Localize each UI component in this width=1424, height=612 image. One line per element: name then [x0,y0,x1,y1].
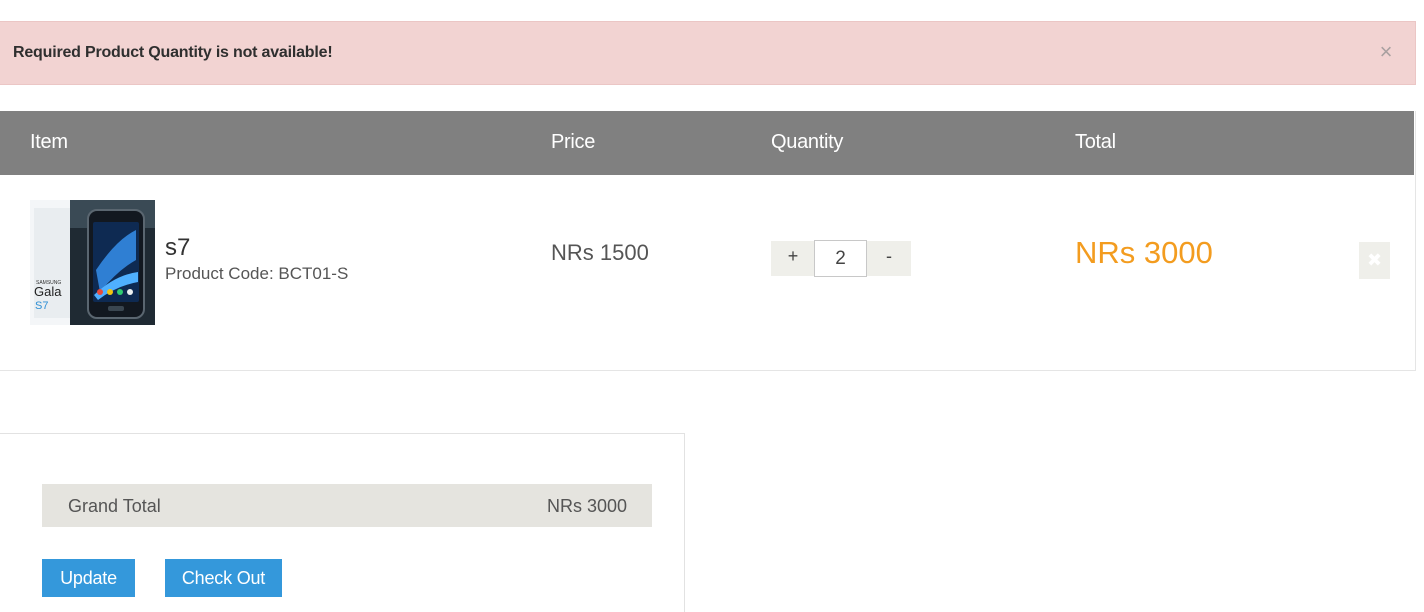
column-header-item: Item [30,131,68,153]
product-code: Product Code: BCT01-S [165,264,349,283]
product-name[interactable]: s7 [165,234,190,262]
column-header-quantity: Quantity [771,131,844,153]
unit-price: NRs 1500 [551,240,649,265]
close-icon[interactable]: × [1377,41,1395,64]
svg-text:S7: S7 [35,300,48,312]
column-header-price: Price [551,131,596,153]
product-thumbnail[interactable]: SAMSUNG Gala S7 [30,200,155,325]
alert-message: Required Product Quantity is not availab… [13,44,333,61]
table-header: Item Price Quantity Total [0,111,1414,175]
quantity-increase-button[interactable]: + [771,241,815,276]
update-button[interactable]: Update [42,559,135,597]
grand-total-label: Grand Total [68,496,161,516]
line-total: NRs 3000 [1075,235,1213,270]
remove-icon: ✖ [1366,250,1383,270]
error-alert: Required Product Quantity is not availab… [0,21,1416,85]
quantity-input[interactable]: 2 [814,240,867,277]
column-header-total: Total [1075,131,1116,153]
quantity-decrease-button[interactable]: - [867,241,911,276]
cart-table: Item Price Quantity Total SAMSUNG Gala S… [0,111,1416,371]
grand-total-row: Grand Total NRs 3000 [42,484,652,527]
grand-total-value: NRs 3000 [546,496,627,516]
remove-item-button[interactable]: ✖ [1359,242,1390,279]
checkout-button[interactable]: Check Out [165,559,282,597]
svg-text:Gala: Gala [34,284,62,299]
cart-summary: Grand Total NRs 3000 Update Check Out [0,433,685,612]
